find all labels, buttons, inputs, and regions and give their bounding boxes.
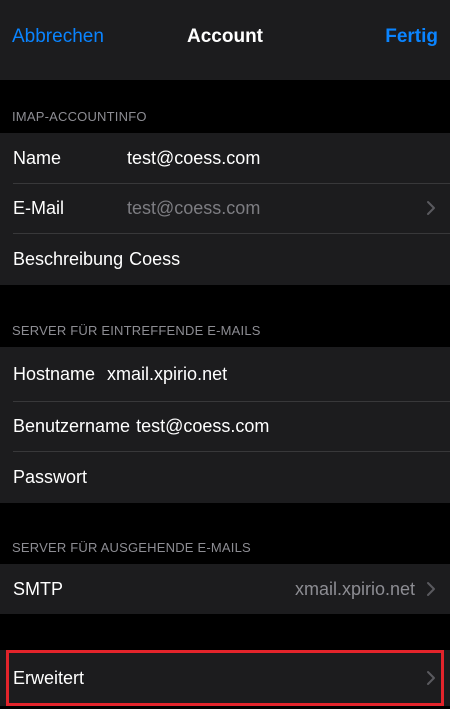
highlight-frame [6, 650, 444, 706]
section-header-incoming: SERVER FÜR EINTREFFENDE E-MAILS [12, 323, 261, 338]
username-label: Benutzername [13, 415, 131, 436]
hostname-field[interactable]: xmail.xpirio.net [107, 364, 227, 385]
name-row[interactable]: Name test@coess.com [0, 133, 450, 183]
imap-account-group: Name test@coess.com E-Mail test@coess.co… [0, 133, 450, 285]
name-field[interactable]: test@coess.com [127, 148, 260, 169]
smtp-label: SMTP [13, 578, 64, 599]
email-label: E-Mail [13, 197, 65, 218]
incoming-server-group: Hostname xmail.xpirio.net Benutzername t… [0, 347, 450, 503]
description-label: Beschreibung [13, 248, 124, 269]
hostname-label: Hostname [13, 363, 96, 384]
username-row[interactable]: Benutzername test@coess.com [0, 401, 450, 451]
chevron-right-icon [424, 579, 438, 599]
email-value: test@coess.com [127, 197, 261, 218]
username-field[interactable]: test@coess.com [136, 416, 269, 437]
smtp-row[interactable]: SMTP xmail.xpirio.net [0, 564, 450, 614]
smtp-value: xmail.xpirio.net [294, 578, 415, 599]
chevron-right-icon [424, 198, 438, 218]
done-button[interactable]: Fertig [385, 26, 438, 48]
description-row[interactable]: Beschreibung Coess [0, 233, 450, 285]
navigation-bar: Abbrechen Account Fertig [0, 0, 450, 80]
page-title: Account [187, 26, 263, 47]
section-header-outgoing: SERVER FÜR AUSGEHENDE E-MAILS [12, 540, 251, 555]
email-row[interactable]: E-Mail test@coess.com [0, 183, 450, 233]
name-label: Name [13, 147, 62, 168]
password-row[interactable]: Passwort [0, 451, 450, 503]
password-label: Passwort [13, 466, 88, 487]
hostname-row[interactable]: Hostname xmail.xpirio.net [0, 347, 450, 401]
section-header-imap: IMAP-ACCOUNTINFO [12, 109, 147, 124]
outgoing-server-group: SMTP xmail.xpirio.net [0, 564, 450, 614]
description-field[interactable]: Coess [129, 249, 180, 270]
